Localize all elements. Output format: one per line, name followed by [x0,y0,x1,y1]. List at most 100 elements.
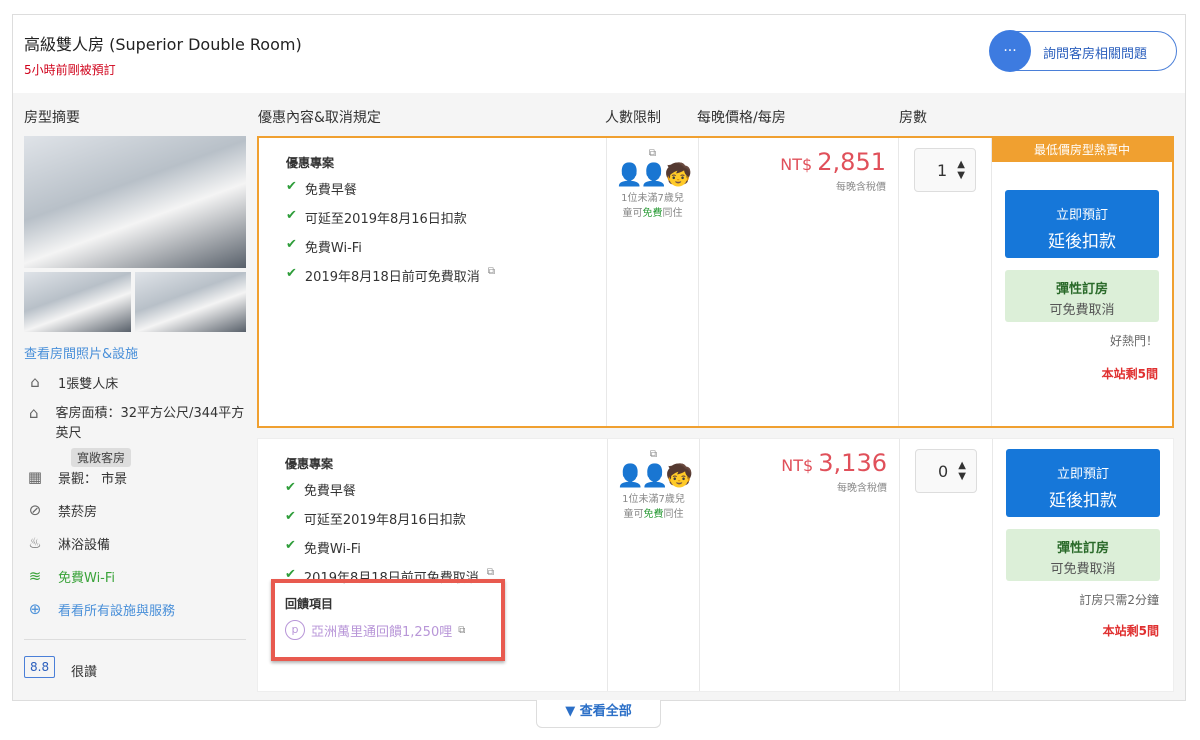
offer-heading: 優惠專案 [285,457,334,471]
flex-title: 彈性訂房 [1055,282,1108,297]
photos-link[interactable]: 查看房間照片&設施 [24,343,138,362]
flex-subtitle: 可免費取消 [1050,562,1116,577]
book-now-button[interactable]: 立即預訂 延後扣款 [1006,449,1160,517]
ask-label: 詢問客房相關問題 [1043,47,1148,62]
view-all-button[interactable]: ▼ 查看全部 [536,700,661,728]
view-text: 景觀： 市景 [58,472,128,487]
book-label: 立即預訂 [1055,208,1108,223]
persons-cell: ⧉ 👤👤🧒 1位未滿7歲兒 童可免費同住 [608,439,700,691]
offer-details: 優惠專案 ✔ 免費早餐 ✔ 可延至2019年8月16日扣款 ✔ 免費Wi-Fi ✔ 20… [258,439,608,691]
offer-row: 優惠專案 ✔ 免費早餐 ✔ 可延至2019年8月16日扣款 ✔ 免費Wi-Fi ✔ 20… [257,136,1174,428]
room-count-select[interactable]: 0 ▲ ▼ [915,449,977,493]
pay-later-label: 延後扣款 [1049,491,1117,511]
facility-shower: ♨ 淋浴設備 [24,534,110,553]
offer-heading: 優惠專案 [286,156,335,170]
bed-icon: ⌂ [30,373,40,391]
wifi-icon: ≋ [28,567,42,585]
divider [24,639,246,640]
external-link-icon[interactable]: ⧉ [458,625,465,636]
facility-nonsmoking: ⊘ 禁菸房 [24,501,97,520]
price: 3,136 [818,449,887,477]
price-cell: NT$ 3,136 每晚含稅價 [700,439,900,691]
room-card: 高級雙人房 (Superior Double Room) 5小時前剛被預訂 ··… [12,14,1186,701]
stepper-icon: ▲ ▼ [957,159,965,181]
pay-later-label: 延後扣款 [1048,232,1116,252]
reward-item[interactable]: p 亞洲萬里通回饋1,250哩 ⧉ [285,620,501,640]
flexible-booking: 彈性訂房 可免費取消 [1006,529,1160,581]
offer-item-text: 免費早餐 [304,183,357,198]
room-photo-main[interactable] [24,136,246,268]
offer-item[interactable]: ✔ 2019年8月18日前可免費取消 ⧉ [286,266,606,285]
view-all-label: 查看全部 [579,704,632,719]
action-cell: 最低價房型熱賣中 立即預訂延後扣款 彈性訂房可免費取消 好熱門！ 本站剩5間 [992,138,1172,426]
book-label: 立即預訂 [1056,467,1109,482]
reward-heading: 回饋項目 [285,597,334,611]
tax-note: 每晚含稅價 [836,182,886,193]
offer-item-text: 2019年8月18日前可免費取消 [304,270,480,285]
col-persons: 人數限制 [605,110,661,126]
offer-details: 優惠專案 ✔ 免費早餐 ✔ 可延至2019年8月16日扣款 ✔ 免費Wi-Fi ✔ 20… [259,138,607,426]
facility-bed: ⌂ 1張雙人床 [24,373,118,392]
offer-item-text: 免費Wi-Fi [304,241,362,256]
book-now-button[interactable]: 立即預訂 延後扣款 [1005,190,1159,258]
child-policy: 1位未滿7歲兒 童可免費同住 [622,494,685,520]
facility-wifi: ≋ 免費Wi-Fi [24,567,115,586]
all-facilities-text: 看看所有設施與服務 [58,604,176,619]
check-icon: ✔ [286,208,297,223]
best-price-banner: 最低價房型熱賣中 [992,138,1172,162]
room-count-select[interactable]: 1 ▲ ▼ [914,148,976,192]
shower-text: 淋浴設備 [58,538,111,553]
rooms-cell: 1 ▲ ▼ [899,138,992,426]
offer-item: ✔ 可延至2019年8月16日扣款 [285,509,607,528]
room-count-value: 1 [937,160,948,180]
area-text: 客房面積：32平方公尺/344平方英尺 [55,406,245,441]
room-photo-thumb[interactable] [135,272,246,332]
flexible-booking: 彈性訂房 可免費取消 [1005,270,1159,322]
offer-item-text: 免費早餐 [303,484,356,499]
offer-item: ✔ 免費早餐 [285,480,607,499]
house-icon: ⌂ [28,404,39,422]
persons-cell: ⧉ 👤👤🧒 1位未滿7歲兒 童可免費同住 [607,138,699,426]
offer-item: ✔ 免費早餐 [286,179,606,198]
child-policy: 1位未滿7歲兒 童可免費同住 [621,193,684,219]
price-cell: NT$ 2,851 每晚含稅價 [699,138,899,426]
external-link-icon[interactable]: ⧉ [608,447,699,462]
flex-title: 彈性訂房 [1056,541,1109,556]
flex-subtitle: 可免費取消 [1049,303,1115,318]
check-icon: ✔ [286,266,297,281]
external-link-icon[interactable]: ⧉ [607,146,698,161]
check-icon: ✔ [286,179,297,194]
score-label: 很讚 [71,665,98,680]
triangle-down-icon: ▼ [565,704,576,719]
spacious-tag: 寬敞客房 [71,448,132,467]
col-offer: 優惠內容&取消規定 [258,110,381,126]
offer-item: ✔ 可延至2019年8月16日扣款 [286,208,606,227]
offer-item: ✔ 免費Wi-Fi [285,538,607,557]
col-price: 每晚價格/每房 [697,110,786,126]
facility-area: ⌂ 客房面積：32平方公尺/344平方英尺 [24,404,246,444]
room-count-value: 0 [938,461,949,481]
chat-icon: ··· [989,30,1031,72]
nonsmoking-text: 禁菸房 [58,505,98,520]
col-rooms: 房數 [899,110,927,126]
check-icon: ✔ [286,237,297,252]
room-photo-thumb[interactable] [24,272,131,332]
popularity-note: 好熱門！ [1109,334,1158,348]
currency: NT$ [781,456,814,475]
bed-text: 1張雙人床 [58,377,119,392]
room-header: 高級雙人房 (Superior Double Room) 5小時前剛被預訂 ··… [13,15,1185,93]
ask-question-button[interactable]: ··· 詢問客房相關問題 [989,30,1177,72]
offer-item: ✔ 免費Wi-Fi [286,237,606,256]
all-facilities-link[interactable]: ⊕ 看看所有設施與服務 [24,600,175,619]
check-icon: ✔ [285,480,296,495]
score-badge: 8.8 [24,656,56,678]
offer-item-text: 可延至2019年8月16日扣款 [303,513,466,528]
asia-miles-icon: p [285,620,305,640]
offer-item-text: 可延至2019年8月16日扣款 [304,212,467,227]
no-smoking-icon: ⊘ [28,501,42,519]
external-link-icon[interactable]: ⧉ [488,266,495,285]
rooms-cell: 0 ▲ ▼ [900,439,993,691]
rooms-remaining: 本站剩5間 [1101,367,1158,381]
room-title: 高級雙人房 (Superior Double Room) [24,35,302,54]
facility-view: ▦ 景觀： 市景 [24,468,127,487]
